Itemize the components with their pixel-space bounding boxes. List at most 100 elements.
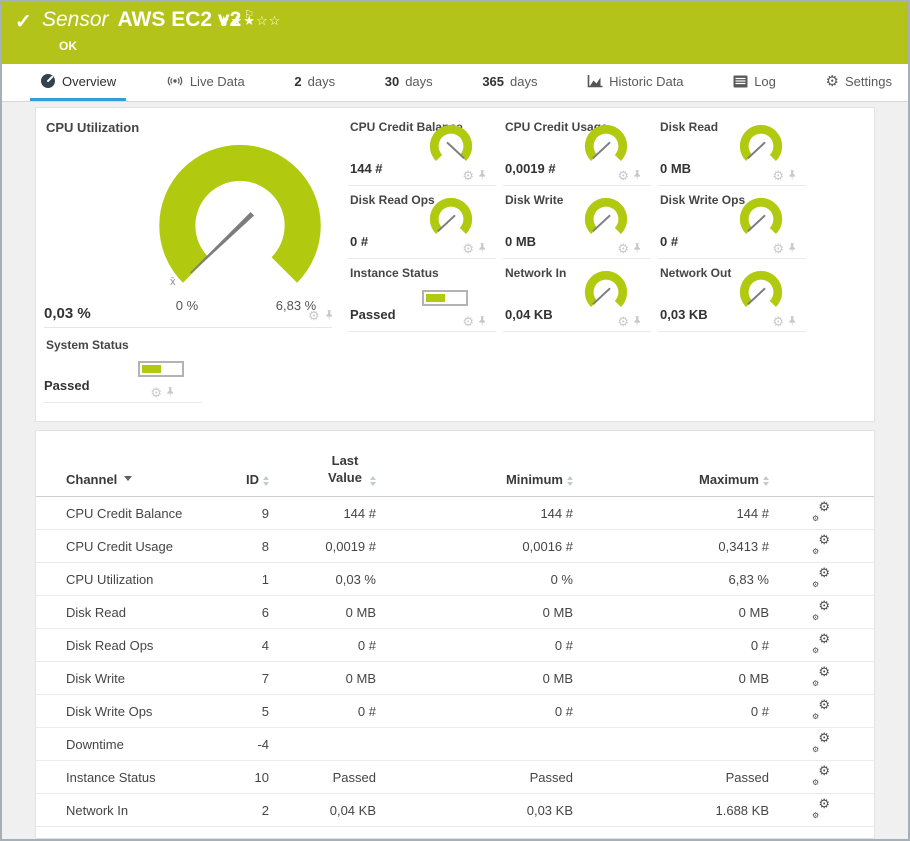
edit-channel-icon[interactable]: ⚙⚙ [813,801,830,817]
table-row[interactable]: CPU Credit Usage80,0019 #0,0016 #0,3413 … [36,530,874,563]
edit-channel-icon[interactable]: ⚙⚙ [813,702,830,718]
gear-icon[interactable]: ⚙ [772,315,784,328]
table-row[interactable]: Disk Read60 MB0 MB0 MB⚙⚙ [36,596,874,629]
gauge-tile[interactable]: Disk Read Ops0 #⚙ [348,186,496,259]
gear-icon[interactable]: ⚙ [462,242,474,255]
edit-channel-icon[interactable]: ⚙⚙ [813,537,830,553]
gauge-tile[interactable]: Network In0,04 KB⚙ [503,259,651,332]
table-row[interactable]: Disk Write Ops50 #0 #0 #⚙⚙ [36,695,874,728]
tab-historic-data[interactable]: Historic Data [577,64,693,101]
pin-icon[interactable] [632,316,641,328]
tab-bar: Overview Live Data 2days 30days 365days Histo… [2,64,908,102]
pin-icon[interactable] [477,243,486,255]
gear-icon[interactable]: ⚙ [462,169,474,182]
edit-channel-icon[interactable]: ⚙⚙ [813,669,830,685]
edit-channel-icon[interactable]: ⚙⚙ [813,570,830,586]
edit-channel-icon[interactable]: ⚙⚙ [813,636,830,652]
edit-cell: ⚙⚙ [813,735,830,754]
channel-name-cell[interactable]: Disk Read Ops [66,638,221,653]
table-row[interactable]: Network In20,04 KB0,03 KB1.688 KB⚙⚙ [36,794,874,827]
gauge-tile[interactable]: Disk Write0 MB⚙ [503,186,651,259]
minimum-cell: 0,0016 # [522,539,573,554]
gauge-tile[interactable]: Disk Read0 MB⚙ [658,113,806,186]
gauge-tile-actions: ⚙ [772,169,796,182]
pin-icon[interactable] [165,387,174,399]
gauge-tile[interactable]: Network Out0,03 KB⚙ [658,259,806,332]
star-empty-icon[interactable]: ☆ [256,13,269,28]
tab-2-days[interactable]: 2days [284,64,345,101]
tab-overview[interactable]: Overview [30,64,126,101]
tab-label: Live Data [190,74,245,89]
table-row[interactable]: CPU Utilization10,03 %0 %6,83 %⚙⚙ [36,563,874,596]
tab-365-days[interactable]: 365days [472,64,547,101]
column-header-last-value[interactable]: Last Value [324,453,376,487]
gear-icon[interactable]: ⚙ [150,386,162,399]
minimum-cell: 0 # [555,638,573,653]
mini-gauge [581,124,631,170]
tab-settings[interactable]: ⚙Settings [816,64,902,101]
pin-icon[interactable] [787,243,796,255]
gauge-tile[interactable]: Disk Write Ops0 #⚙ [658,186,806,259]
column-header-minimum[interactable]: Minimum [506,472,573,487]
table-row[interactable]: Downtime-4⚙⚙ [36,728,874,761]
gauge-tile[interactable]: CPU Credit Usage0,0019 #⚙ [503,113,651,186]
pin-icon[interactable] [324,310,333,322]
sort-icon [370,476,376,487]
channel-name-cell[interactable]: CPU Credit Usage [66,539,221,554]
channel-name-cell[interactable]: Disk Read [66,605,221,620]
channel-name-cell[interactable]: CPU Credit Balance [66,506,221,521]
gauge-tile-system-status[interactable]: System Status Passed ⚙ [44,330,202,403]
channel-name-cell[interactable]: CPU Utilization [66,572,221,587]
gear-icon[interactable]: ⚙ [617,242,629,255]
gear-icon[interactable]: ⚙ [308,309,320,322]
pin-icon[interactable] [477,316,486,328]
primary-gauge-min-label: 0 % [154,298,220,313]
edit-channel-icon[interactable]: ⚙⚙ [813,735,830,751]
tab-live-data[interactable]: Live Data [156,64,255,101]
pin-icon[interactable] [787,316,796,328]
column-header-channel[interactable]: Channel [66,472,221,487]
tab-30-days[interactable]: 30days [375,64,443,101]
minimum-cell: 0 MB [543,671,573,686]
gear-icon[interactable]: ⚙ [772,242,784,255]
gear-icon[interactable]: ⚙ [617,169,629,182]
gauge-tile[interactable]: CPU Credit Balance144 #⚙ [348,113,496,186]
table-row[interactable]: Disk Read Ops40 #0 #0 #⚙⚙ [36,629,874,662]
star-filled-icon[interactable]: ★ [243,13,256,28]
gear-icon[interactable]: ⚙ [462,315,474,328]
star-empty-icon[interactable]: ☆ [269,13,282,28]
mini-gauge [736,270,786,316]
priority-stars[interactable]: ★★★☆☆ [218,13,281,29]
pin-icon[interactable] [632,170,641,182]
column-label: Maximum [699,472,759,487]
channel-name-cell[interactable]: Downtime [66,737,221,752]
channel-name-cell[interactable]: Instance Status [66,770,221,785]
pin-icon[interactable] [787,170,796,182]
star-filled-icon[interactable]: ★ [231,13,244,28]
maximum-cell: 144 # [736,506,769,521]
edit-channel-icon[interactable]: ⚙⚙ [813,768,830,784]
column-header-maximum[interactable]: Maximum [699,472,769,487]
tab-label: Historic Data [609,74,683,89]
column-header-id[interactable]: ID [246,472,269,487]
gear-icon[interactable]: ⚙ [617,315,629,328]
edit-channel-icon[interactable]: ⚙⚙ [813,504,830,520]
gauge-tile-actions: ⚙ [462,242,486,255]
divider [44,327,332,328]
pin-icon[interactable] [477,170,486,182]
pin-icon[interactable] [632,243,641,255]
table-row[interactable]: Disk Write70 MB0 MB0 MB⚙⚙ [36,662,874,695]
table-row[interactable]: Instance Status10PassedPassedPassed⚙⚙ [36,761,874,794]
channel-name-cell[interactable]: Disk Write [66,671,221,686]
edit-channel-icon[interactable]: ⚙⚙ [813,603,830,619]
gauge-tile[interactable]: Instance StatusPassed⚙ [348,259,496,332]
tab-log[interactable]: Log [723,64,786,101]
table-row[interactable]: CPU Credit Balance9144 #144 #144 #⚙⚙ [36,497,874,530]
channel-name-cell[interactable]: Network In [66,803,221,818]
channel-name-cell[interactable]: Disk Write Ops [66,704,221,719]
star-filled-icon[interactable]: ★ [218,13,231,28]
gear-icon[interactable]: ⚙ [772,169,784,182]
table-header: Channel ID Last Value Minimum Maximum [36,449,874,497]
tab-label: days [510,74,537,89]
broadcast-icon [166,74,184,88]
